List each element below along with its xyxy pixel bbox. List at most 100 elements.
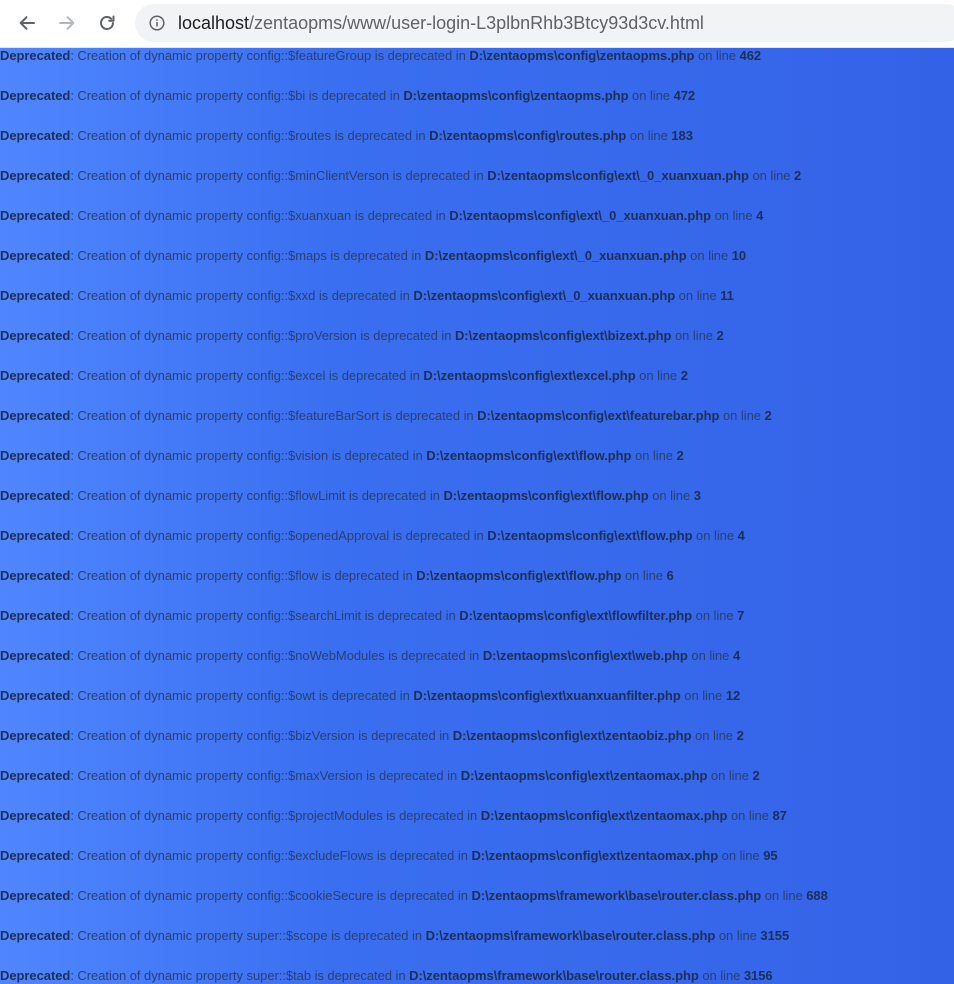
deprecation-warning-line: Deprecated: Creation of dynamic property… <box>0 608 744 623</box>
warning-label: Deprecated <box>0 968 71 983</box>
deprecation-warning-line: Deprecated: Creation of dynamic property… <box>0 448 684 463</box>
warning-file-path: D:\zentaopms\config\ext\web.php <box>482 648 688 663</box>
warning-file-path: D:\zentaopms\config\ext\_0_xuanxuan.php <box>487 168 749 183</box>
warning-line-number: 4 <box>756 208 764 223</box>
deprecation-warning-line: Deprecated: Creation of dynamic property… <box>0 968 773 983</box>
warning-message: : Creation of dynamic property config::$… <box>70 528 488 543</box>
warning-on-line-text: on line <box>715 928 761 943</box>
warning-file-path: D:\zentaopms\config\ext\zentaomax.php <box>460 768 708 783</box>
warning-message: : Creation of dynamic property config::$… <box>70 88 404 103</box>
warning-line-number: 6 <box>666 568 674 583</box>
url-host: localhost <box>178 13 250 33</box>
reload-icon[interactable] <box>97 13 117 33</box>
warning-line-number: 3 <box>693 488 701 503</box>
warning-message: : Creation of dynamic property config::$… <box>70 768 461 783</box>
warning-on-line-text: on line <box>692 608 738 623</box>
warning-label: Deprecated <box>0 288 71 303</box>
deprecation-warning-line: Deprecated: Creation of dynamic property… <box>0 248 746 263</box>
deprecation-warning-line: Deprecated: Creation of dynamic property… <box>0 888 828 903</box>
warning-line-number: 7 <box>737 608 745 623</box>
warning-label: Deprecated <box>0 208 71 223</box>
browser-toolbar: localhost/zentaopms/www/user-login-L3plb… <box>0 0 954 48</box>
back-arrow-icon[interactable] <box>17 13 37 33</box>
warning-label: Deprecated <box>0 448 71 463</box>
warning-line-number: 462 <box>739 48 762 63</box>
warning-line-number: 87 <box>772 808 787 823</box>
warning-file-path: D:\zentaopms\config\routes.php <box>429 128 627 143</box>
warning-line-number: 688 <box>806 888 828 903</box>
warning-label: Deprecated <box>0 808 71 823</box>
warning-file-path: D:\zentaopms\config\ext\_0_xuanxuan.php <box>424 248 687 263</box>
warning-message: : Creation of dynamic property config::$… <box>70 848 472 863</box>
page-content: Deprecated: Creation of dynamic property… <box>0 47 954 984</box>
warning-message: : Creation of dynamic property config::$… <box>70 648 483 663</box>
warning-file-path: D:\zentaopms\config\ext\zentaomax.php <box>480 808 728 823</box>
info-icon[interactable] <box>149 15 165 31</box>
warning-label: Deprecated <box>0 248 71 263</box>
warning-message: : Creation of dynamic property config::$… <box>70 368 424 383</box>
warning-message: : Creation of dynamic property config::$… <box>70 168 488 183</box>
warning-on-line-text: on line <box>626 128 672 143</box>
warning-message: : Creation of dynamic property config::$… <box>70 288 414 303</box>
warning-on-line-text: on line <box>671 328 717 343</box>
warning-file-path: D:\zentaopms\config\ext\_0_xuanxuan.php <box>413 288 676 303</box>
url-path: /zentaopms/www/user-login-L3plbnRhb3Btcy… <box>249 13 704 33</box>
warning-file-path: D:\zentaopms\config\ext\flow.php <box>487 528 693 543</box>
warning-label: Deprecated <box>0 568 71 583</box>
warning-label: Deprecated <box>0 728 71 743</box>
warning-on-line-text: on line <box>698 968 744 983</box>
deprecation-warning-line: Deprecated: Creation of dynamic property… <box>0 208 763 223</box>
warning-label: Deprecated <box>0 888 71 903</box>
warning-label: Deprecated <box>0 688 71 703</box>
deprecation-warning-line: Deprecated: Creation of dynamic property… <box>0 768 760 783</box>
warning-message: : Creation of dynamic property config::$… <box>70 688 414 703</box>
deprecation-warning-line: Deprecated: Creation of dynamic property… <box>0 168 801 183</box>
warning-line-number: 12 <box>725 688 741 703</box>
warning-on-line-text: on line <box>718 848 764 863</box>
warning-label: Deprecated <box>0 168 71 183</box>
warning-line-number: 10 <box>731 248 747 263</box>
warning-label: Deprecated <box>0 408 71 423</box>
deprecation-warning-line: Deprecated: Creation of dynamic property… <box>0 128 693 143</box>
warning-label: Deprecated <box>0 848 71 863</box>
deprecation-warning-line: Deprecated: Creation of dynamic property… <box>0 488 701 503</box>
deprecation-warning-line: Deprecated: Creation of dynamic property… <box>0 288 734 303</box>
warning-file-path: D:\zentaopms\framework\base\router.class… <box>409 968 699 983</box>
warning-line-number: 11 <box>720 288 734 303</box>
warning-message: : Creation of dynamic property config::$… <box>70 888 472 903</box>
deprecation-warning-line: Deprecated: Creation of dynamic property… <box>0 328 724 343</box>
warning-file-path: D:\zentaopms\config\zentaopms.php <box>469 48 695 63</box>
warning-line-number: 95 <box>763 848 778 863</box>
warning-on-line-text: on line <box>680 688 726 703</box>
warning-file-path: D:\zentaopms\config\ext\zentaobiz.php <box>452 728 692 743</box>
warning-file-path: D:\zentaopms\framework\base\router.class… <box>471 888 762 903</box>
warning-on-line-text: on line <box>621 568 667 583</box>
deprecation-warning-line: Deprecated: Creation of dynamic property… <box>0 408 772 423</box>
warning-file-path: D:\zentaopms\config\ext\xuanxuanfilter.p… <box>413 688 681 703</box>
warning-line-number: 3156 <box>743 968 773 983</box>
deprecation-warning-line: Deprecated: Creation of dynamic property… <box>0 648 740 663</box>
warning-label: Deprecated <box>0 368 71 383</box>
warning-file-path: D:\zentaopms\config\ext\flow.php <box>416 568 622 583</box>
warning-message: : Creation of dynamic property config::$… <box>70 448 427 463</box>
url-text[interactable]: localhost/zentaopms/www/user-login-L3plb… <box>178 13 704 34</box>
warning-line-number: 4 <box>732 648 741 663</box>
warning-line-number: 3155 <box>760 928 790 943</box>
forward-arrow-icon[interactable] <box>57 13 77 33</box>
warning-on-line-text: on line <box>719 408 765 423</box>
warning-message: : Creation of dynamic property config::$… <box>70 808 481 823</box>
warning-message: : Creation of dynamic property super::$s… <box>70 928 426 943</box>
warning-line-number: 183 <box>671 128 693 143</box>
warning-label: Deprecated <box>0 768 71 783</box>
warning-message: : Creation of dynamic property config::$… <box>70 128 430 143</box>
warning-message: : Creation of dynamic property config::$… <box>70 408 478 423</box>
warning-label: Deprecated <box>0 488 71 503</box>
warning-line-number: 2 <box>752 768 760 783</box>
deprecation-warning-line: Deprecated: Creation of dynamic property… <box>0 728 744 743</box>
deprecation-warning-line: Deprecated: Creation of dynamic property… <box>0 528 745 543</box>
deprecation-warning-line: Deprecated: Creation of dynamic property… <box>0 88 695 103</box>
address-bar[interactable]: localhost/zentaopms/www/user-login-L3plb… <box>135 4 954 42</box>
warning-file-path: D:\zentaopms\config\ext\flow.php <box>443 488 649 503</box>
warning-file-path: D:\zentaopms\config\zentaopms.php <box>403 88 629 103</box>
warning-label: Deprecated <box>0 608 71 623</box>
